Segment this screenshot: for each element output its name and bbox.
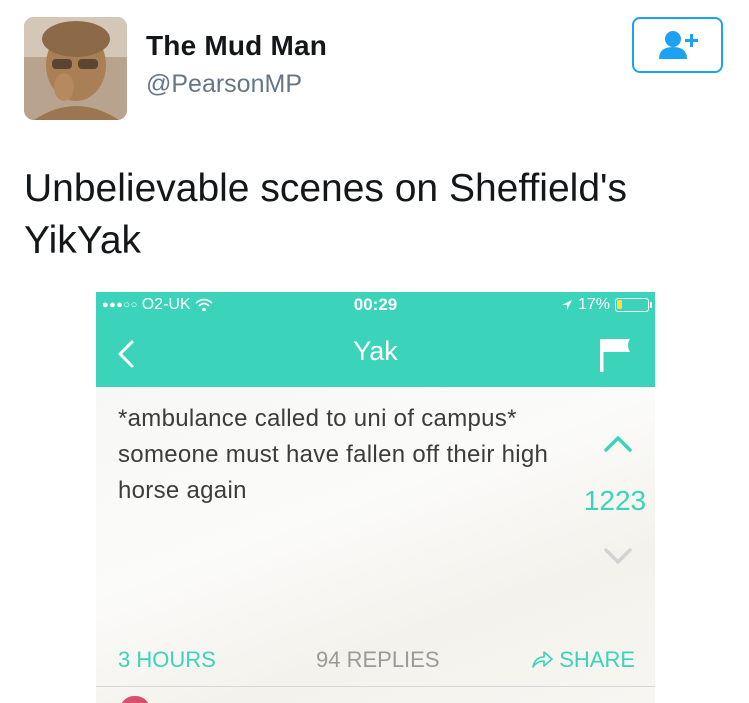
status-right: 17% xyxy=(561,296,652,314)
yak-post-footer: 3 HOURS 94 REPLIES SHARE xyxy=(96,647,655,687)
tweet-text: Unbelievable scenes on Sheffield's YikYa… xyxy=(24,167,627,262)
share-icon xyxy=(532,651,554,668)
share-button[interactable]: SHARE xyxy=(531,647,635,673)
battery-level xyxy=(617,300,622,309)
replies-link[interactable]: 94 REPLIES xyxy=(316,647,440,673)
downvote-button[interactable] xyxy=(598,542,638,572)
chevron-up-icon xyxy=(604,436,632,452)
battery-percent: 17% xyxy=(577,296,610,313)
report-flag-button[interactable] xyxy=(596,336,636,374)
battery-icon xyxy=(615,298,652,312)
yak-screenshot[interactable]: ●●●○○ O2-UK 00:29 17% Yak *ambulance cal… xyxy=(96,292,655,703)
add-user-icon xyxy=(658,31,698,59)
nav-title: Yak xyxy=(353,336,398,366)
follow-button[interactable] xyxy=(632,17,723,73)
chevron-down-icon xyxy=(604,548,632,564)
divider xyxy=(96,686,655,687)
flag-icon xyxy=(600,339,630,372)
share-label: SHARE xyxy=(559,647,635,672)
upvote-button[interactable] xyxy=(598,428,638,458)
status-bar: ●●●○○ O2-UK 00:29 17% xyxy=(96,292,655,320)
yak-post-text: *ambulance called to uni of campus* some… xyxy=(118,405,549,504)
yak-post: *ambulance called to uni of campus* some… xyxy=(96,387,655,703)
post-time-ago: 3 HOURS xyxy=(118,647,216,672)
display-name[interactable]: The Mud Man xyxy=(146,30,327,62)
avatar[interactable] xyxy=(24,17,127,120)
yak-header: ●●●○○ O2-UK 00:29 17% Yak xyxy=(96,292,655,387)
vote-count: 1223 xyxy=(583,485,647,516)
avatar-image xyxy=(24,17,127,120)
user-handle[interactable]: @PearsonMP xyxy=(146,70,302,99)
location-arrow-icon xyxy=(561,300,572,310)
